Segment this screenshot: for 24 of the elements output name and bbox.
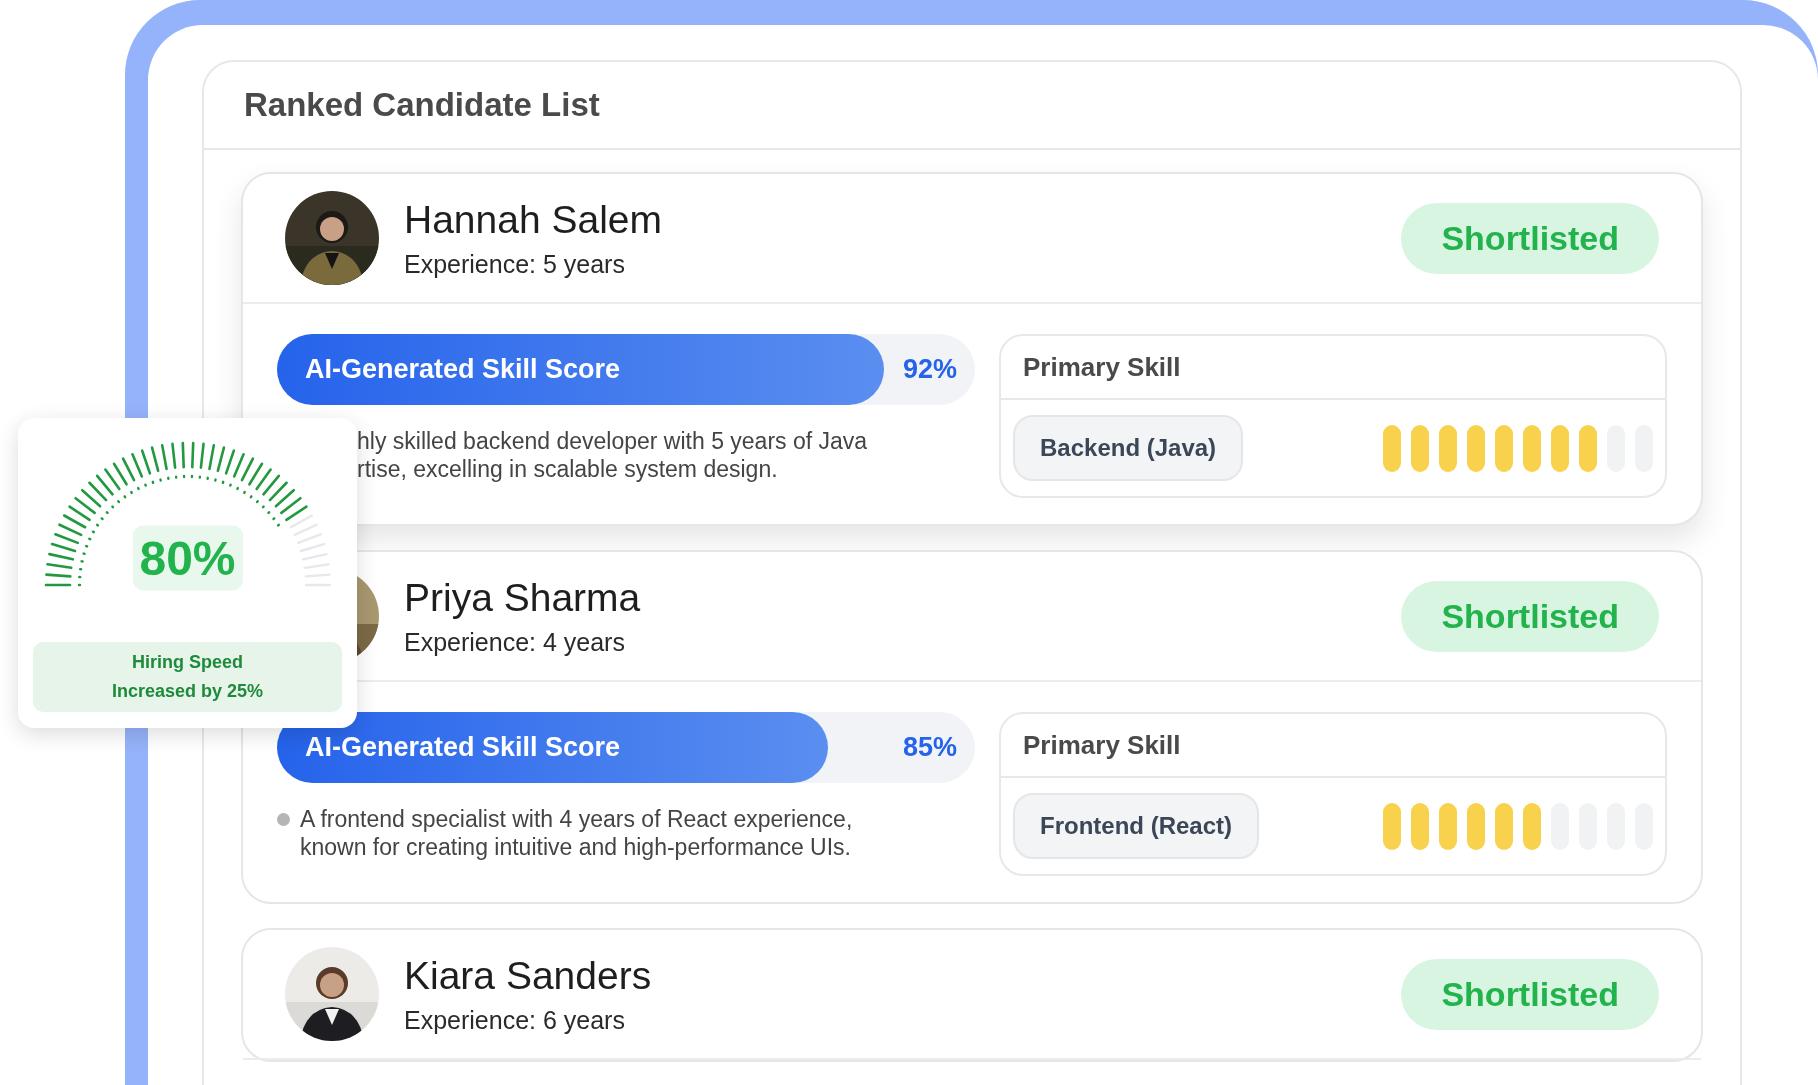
experience-text: Experience: 5 years bbox=[404, 249, 626, 279]
candidate-summary: A frontend specialist with 4 years of React experience, known for creating intuitive and high-performance UIs. bbox=[300, 805, 853, 861]
candidate-name: Kiara Sanders bbox=[404, 953, 652, 998]
candidate-summary: hly skilled backend developer with 5 years of Java rtise, excelling in scalable system design. bbox=[357, 427, 868, 483]
candidate-name: Priya Sharma bbox=[404, 575, 641, 620]
caption-text: Hiring Speed bbox=[132, 652, 243, 673]
experience-text: Experience: 6 years bbox=[404, 1005, 626, 1035]
caption-text: Increased by 25% bbox=[111, 681, 264, 702]
status-badge: Shortlisted bbox=[1401, 580, 1659, 652]
status-badge: Shortlisted bbox=[1401, 202, 1659, 274]
gauge-value: 80% bbox=[132, 525, 243, 591]
experience-text: Experience: 4 years bbox=[404, 627, 626, 657]
skill-tag: Backend (Java) bbox=[1013, 415, 1244, 481]
score-value: 92% bbox=[902, 354, 957, 385]
panel-title: Ranked Candidate List bbox=[244, 86, 600, 124]
skill-heading: Primary Skill bbox=[1023, 729, 1181, 761]
skill-heading: Primary Skill bbox=[1023, 351, 1181, 383]
status-badge: Shortlisted bbox=[1401, 958, 1659, 1030]
score-label: AI-Generated Skill Score bbox=[305, 732, 621, 763]
skill-tag: Frontend (React) bbox=[1013, 793, 1259, 859]
candidate-name: Hannah Salem bbox=[404, 197, 662, 242]
score-label: AI-Generated Skill Score bbox=[305, 354, 621, 385]
score-value: 85% bbox=[902, 732, 957, 763]
bullet-dot bbox=[277, 813, 290, 826]
